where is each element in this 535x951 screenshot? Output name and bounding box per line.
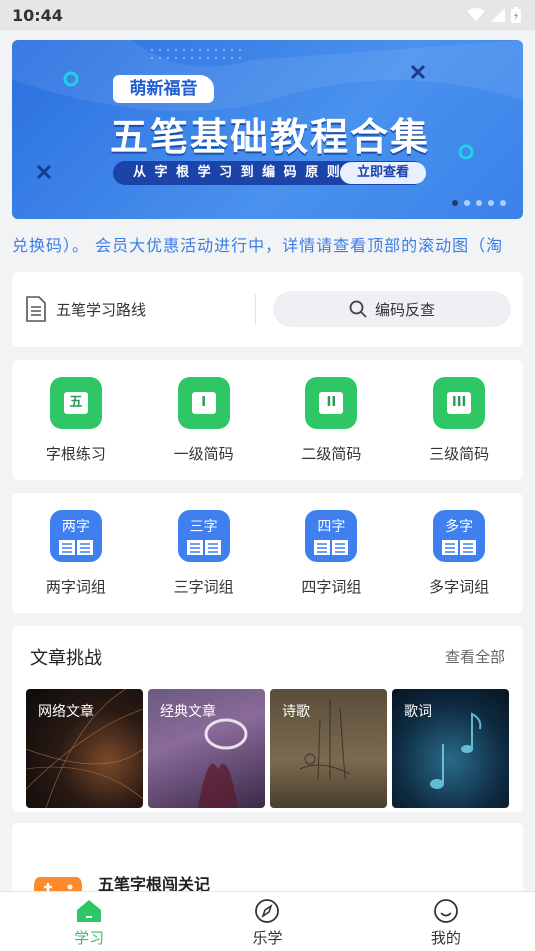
- code-lookup-button[interactable]: 编码反查: [273, 291, 511, 327]
- carousel-dots: [452, 200, 506, 206]
- grid-item-label: 字根练习: [45, 445, 106, 463]
- grid-item-four-char[interactable]: 四字 四字词组: [268, 493, 396, 613]
- promo-banner[interactable]: 萌新福音 五笔基础教程合集 从 字 根 学 习 到 编 码 原 则 立即查看: [12, 40, 523, 219]
- wifi-icon: [467, 8, 485, 21]
- route-card: 五笔学习路线 编码反查: [12, 272, 523, 347]
- grid-item-label: 多字词组: [429, 578, 490, 596]
- grid-item-label: 一级简码: [173, 445, 234, 463]
- nav-tab-mine[interactable]: 我的: [357, 892, 535, 951]
- code-lookup-label: 编码反查: [374, 300, 435, 319]
- article-thumb-poetry[interactable]: 诗歌: [270, 689, 387, 808]
- nav-label: 我的: [430, 929, 461, 947]
- grid-item-level2[interactable]: II 二级简码: [268, 360, 396, 480]
- announcement-text: 兑换码）。 会员大优惠活动进行中，详情请查看顶部的滚动图（淘: [12, 236, 504, 255]
- status-time: 10:44: [12, 5, 63, 25]
- search-icon: [349, 300, 367, 318]
- open-book-icon: 四字: [305, 510, 358, 562]
- level1-book-icon: I: [177, 377, 230, 429]
- article-thumb-label: 歌词: [404, 704, 432, 720]
- grid-item-label: 两字词组: [45, 578, 106, 596]
- article-thumb-web[interactable]: 网络文章: [26, 689, 143, 808]
- icon-glyph: I: [191, 392, 216, 414]
- grid-item-level1[interactable]: I 一级简码: [140, 360, 268, 480]
- banner-title: 五笔基础教程合集: [109, 115, 430, 159]
- view-all-link[interactable]: 查看全部: [445, 646, 505, 667]
- divider: [255, 294, 256, 325]
- icon-glyph: III: [447, 392, 472, 414]
- level2-book-icon: II: [305, 377, 358, 429]
- open-book-icon: 多字: [433, 510, 486, 562]
- banner-tag: 萌新福音: [113, 75, 214, 103]
- grid-item-radical-practice[interactable]: 五 字根练习: [12, 360, 140, 480]
- article-thumbnails: 网络文章 经典文章 诗歌 歌词: [26, 689, 509, 808]
- nav-tab-study[interactable]: 学习: [0, 892, 178, 951]
- article-thumb-classic[interactable]: 经典文章: [148, 689, 265, 808]
- carousel-dot[interactable]: [464, 200, 470, 206]
- article-thumb-label: 经典文章: [160, 704, 216, 720]
- section-title: 文章挑战: [30, 648, 102, 669]
- grid-item-level3[interactable]: III 三级简码: [395, 360, 523, 480]
- compass-icon: [255, 899, 280, 923]
- article-thumb-label: 诗歌: [282, 704, 310, 720]
- home-icon: [77, 900, 102, 922]
- icon-glyph: II: [319, 392, 344, 414]
- shortcode-grid: 五 字根练习 I 一级简码 II 二级简码 III 三级简码: [12, 360, 523, 480]
- radical-book-icon: 五: [49, 377, 102, 429]
- grid-item-two-char[interactable]: 两字 两字词组: [12, 493, 140, 613]
- smile-icon: [433, 899, 458, 923]
- grid-item-three-char[interactable]: 三字 三字词组: [140, 493, 268, 613]
- article-challenge-card: 文章挑战 查看全部 网络文章 经典文章 诗歌 歌词: [12, 626, 523, 812]
- article-thumb-lyrics[interactable]: 歌词: [392, 689, 509, 808]
- carousel-dot[interactable]: [500, 200, 506, 206]
- article-thumb-label: 网络文章: [38, 704, 94, 720]
- status-bar: 10:44: [0, 0, 535, 30]
- carousel-dot[interactable]: [452, 200, 458, 206]
- nav-tab-fun[interactable]: 乐学: [178, 892, 356, 951]
- learning-route-link[interactable]: 五笔学习路线: [26, 296, 146, 322]
- banner-view-button[interactable]: 立即查看: [340, 162, 426, 184]
- learning-route-label: 五笔学习路线: [56, 300, 147, 319]
- announcement-marquee[interactable]: 兑换码）。 会员大优惠活动进行中，详情请查看顶部的滚动图（淘: [12, 225, 523, 259]
- battery-icon: [511, 7, 521, 23]
- nav-label: 乐学: [252, 929, 283, 947]
- grid-item-label: 二级简码: [301, 445, 362, 463]
- phrase-grid: 两字 两字词组 三字 三字词组 四字 四字词组 多字 多字词组: [12, 493, 523, 613]
- carousel-dot[interactable]: [488, 200, 494, 206]
- carousel-dot[interactable]: [476, 200, 482, 206]
- status-icons: [467, 7, 521, 23]
- grid-item-label: 三级简码: [429, 445, 490, 463]
- grid-item-label: 三字词组: [173, 578, 234, 596]
- icon-glyph: 五: [63, 392, 88, 414]
- signal-icon: [491, 8, 505, 22]
- document-icon: [26, 296, 46, 322]
- grid-item-multi-char[interactable]: 多字 多字词组: [395, 493, 523, 613]
- bottom-nav: 学习 乐学 我的: [0, 891, 535, 951]
- open-book-icon: 两字: [49, 510, 102, 562]
- level3-book-icon: III: [433, 377, 486, 429]
- nav-label: 学习: [74, 929, 105, 947]
- grid-item-label: 四字词组: [301, 578, 362, 596]
- open-book-icon: 三字: [177, 510, 230, 562]
